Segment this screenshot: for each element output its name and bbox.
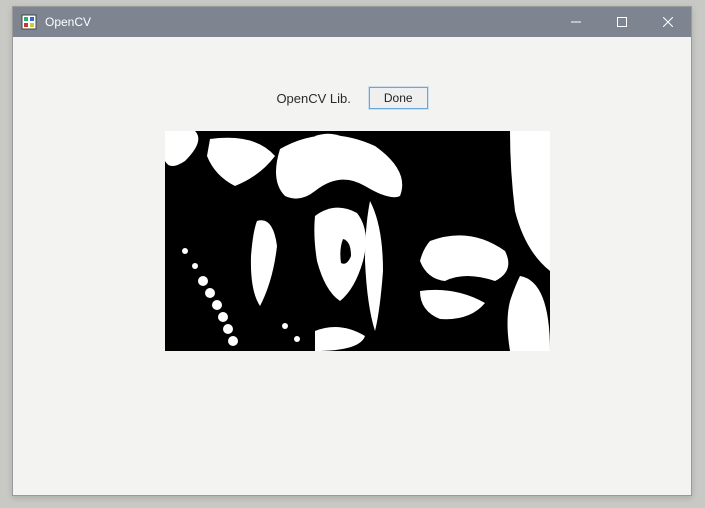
control-row: OpenCV Lib. Done xyxy=(13,87,691,109)
minimize-button[interactable] xyxy=(553,7,599,37)
maximize-icon xyxy=(617,17,627,27)
titlebar: OpenCV xyxy=(13,7,691,37)
maximize-button[interactable] xyxy=(599,7,645,37)
window-title: OpenCV xyxy=(43,15,91,29)
image-display xyxy=(165,131,550,351)
app-icon xyxy=(21,14,37,30)
close-button[interactable] xyxy=(645,7,691,37)
library-label: OpenCV Lib. xyxy=(276,91,350,106)
application-window: OpenCV OpenCV Lib. Done xyxy=(12,6,692,496)
minimize-icon xyxy=(571,17,581,27)
client-area: OpenCV Lib. Done xyxy=(13,37,691,495)
close-icon xyxy=(663,17,673,27)
done-button[interactable]: Done xyxy=(369,87,428,109)
